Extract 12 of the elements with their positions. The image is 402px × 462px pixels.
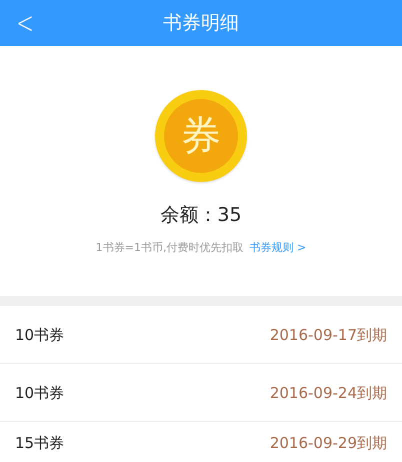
rules-link[interactable]: 书券规则 > xyxy=(250,240,306,255)
back-button[interactable]: < xyxy=(14,4,36,42)
voucher-amount: 15书券 xyxy=(15,434,64,452)
expiry-date: 2016-09-17到期 xyxy=(270,326,387,344)
page-title: 书券明细 xyxy=(163,11,239,36)
exchange-note: 1书券=1书币,付费时优先扣取 xyxy=(96,240,244,255)
expiry-date: 2016-09-29到期 xyxy=(270,434,387,452)
voucher-amount: 10书券 xyxy=(15,326,64,344)
voucher-amount: 10书券 xyxy=(15,384,64,402)
coin-glyph: 券 xyxy=(181,116,221,156)
balance-text: 余额：35 xyxy=(160,203,242,228)
expiry-date: 2016-09-24到期 xyxy=(270,384,387,402)
